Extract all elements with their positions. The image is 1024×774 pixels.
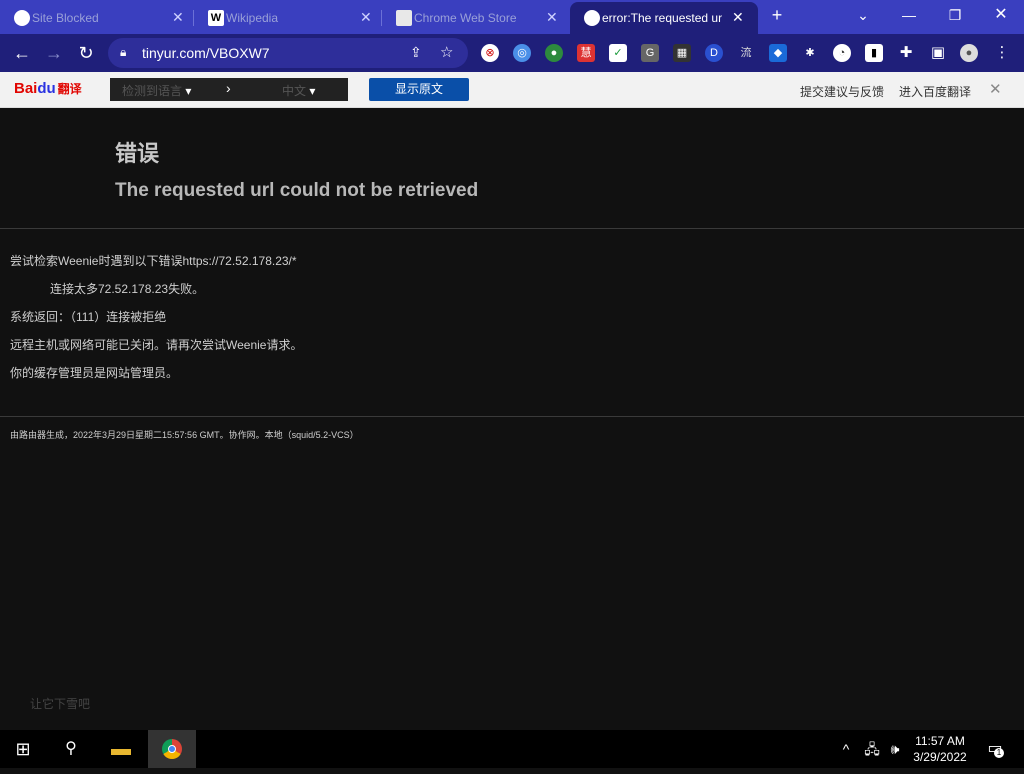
close-bar-icon[interactable]: ✕ (989, 80, 1002, 98)
close-tab-icon[interactable]: ✕ (172, 9, 184, 26)
tab-error-active[interactable]: error:The requested url ✕ (570, 2, 758, 34)
feedback-link[interactable]: 提交建议与反馈 (800, 83, 884, 100)
wikipedia-icon: W (208, 10, 224, 26)
extensions-puzzle-icon[interactable]: ✚ (897, 44, 915, 62)
source-language-label: 检测到语言 (122, 84, 183, 98)
volume-icon[interactable]: 🕪 (884, 730, 906, 768)
forward-button[interactable]: → (42, 41, 66, 65)
page-content: 错误 The requested url could not be retrie… (0, 108, 1024, 730)
windows-taskbar: ⊞ ⚲ ▬ ^ 🖧 🕪 11:57 AM 3/29/2022 ▭1 (0, 730, 1024, 768)
minimize-button[interactable]: — (894, 4, 924, 26)
side-panel-icon[interactable]: ▣ (929, 44, 947, 62)
extension-icon-6[interactable]: ▦ (673, 44, 691, 62)
tab-title: error:The requested url (602, 11, 722, 25)
url-text: tinyur.com/VBOXW7 (142, 45, 270, 61)
error-line-2: 连接太多72.52.178.23失败。 (50, 282, 205, 296)
bookmark-star-icon[interactable]: ☆ (440, 43, 453, 61)
web-store-icon (396, 10, 412, 26)
extension-g-icon[interactable]: G (641, 44, 659, 62)
tab-strip: Site Blocked ✕ W Wikipedia ✕ Chrome Web … (0, 0, 1024, 34)
chrome-taskbar-button[interactable] (148, 730, 196, 768)
close-tab-icon[interactable]: ✕ (546, 9, 558, 26)
extension-icon-1[interactable]: ⊗ (481, 44, 499, 62)
page-subtitle: The requested url could not be retrieved (115, 180, 479, 201)
back-button[interactable]: ← (10, 41, 34, 65)
extension-d-icon[interactable]: D (705, 44, 723, 62)
logo-fanyi: 翻译 (57, 82, 82, 96)
arrow-right-icon: › (226, 80, 231, 96)
chrome-icon (162, 739, 182, 759)
start-windows-icon[interactable]: ⊞ (0, 730, 46, 768)
extension-liu-icon[interactable]: 流 (737, 44, 755, 62)
notification-count-badge: 1 (994, 748, 1004, 758)
tab-wikipedia[interactable]: W Wikipedia ✕ (194, 2, 382, 34)
error-line-3: 系统返回：（111）连接被拒绝 (10, 310, 167, 324)
restore-button[interactable]: ❐ (940, 4, 970, 26)
target-language-label: 中文 (282, 84, 307, 98)
tab-title: Wikipedia (226, 11, 279, 25)
extension-check-icon[interactable]: ✓ (609, 44, 627, 62)
clock-time: 11:57 AM (915, 734, 965, 748)
target-language-dropdown[interactable]: 中文 ▾ (282, 82, 315, 99)
system-clock[interactable]: 11:57 AM 3/29/2022 (910, 733, 970, 765)
globe-icon (14, 10, 30, 26)
close-window-button[interactable]: ✕ (986, 4, 1016, 26)
language-selector: 检测到语言 ▾ › 中文 ▾ (110, 78, 348, 101)
search-icon[interactable]: ⚲ (48, 730, 94, 768)
menu-kebab-icon[interactable]: ⋮ (993, 44, 1011, 62)
tray-chevron-up-icon[interactable]: ^ (836, 730, 856, 768)
profile-avatar[interactable]: ● (960, 44, 978, 62)
extension-icon-9[interactable]: ◆ (769, 44, 787, 62)
clock-date: 3/29/2022 (913, 750, 967, 764)
extension-icon-3[interactable]: ● (545, 44, 563, 62)
globe-icon (584, 10, 600, 26)
error-line-5: 你的缓存管理员是网站管理员。 (10, 366, 179, 380)
new-tab-button[interactable]: + (762, 4, 792, 26)
close-tab-icon[interactable]: ✕ (732, 9, 744, 26)
tab-chrome-web-store[interactable]: Chrome Web Store ✕ (382, 2, 568, 34)
tab-site-blocked[interactable]: Site Blocked ✕ (0, 2, 194, 34)
network-icon[interactable]: 🖧 (860, 730, 884, 768)
caret-down-icon: ▾ (309, 84, 316, 98)
corner-text: 让它下雪吧 (30, 697, 91, 711)
extension-bookmark-icon[interactable]: ▮ (865, 44, 883, 62)
extension-icon-2[interactable]: ◎ (513, 44, 531, 62)
error-line-1: 尝试检索Weenie时遇到以下错误https://72.52.178.23/* (10, 254, 297, 268)
extension-icon-4[interactable]: 慧 (577, 44, 595, 62)
notification-center-icon[interactable]: ▭1 (980, 730, 1010, 768)
page-title: 错误 (115, 141, 160, 166)
error-line-4: 远程主机或网络可能已关闭。请再次尝试Weenie请求。 (10, 338, 303, 352)
close-tab-icon[interactable]: ✕ (360, 9, 372, 26)
address-bar[interactable]: 🔒︎ tinyur.com/VBOXW7 ⇪ ☆ (108, 38, 468, 68)
source-language-dropdown[interactable]: 检测到语言 ▾ (122, 82, 191, 99)
bug-icon[interactable]: ✱ (801, 44, 819, 62)
browser-toolbar: ← → ↻ 🔒︎ tinyur.com/VBOXW7 ⇪ ☆ ⊗ ◎ ● 慧 ✓… (0, 34, 1024, 72)
baidu-translate-bar: Baidu 翻译 检测到语言 ▾ › 中文 ▾ 显示原文 提交建议与反馈 进入百度… (0, 72, 1024, 108)
tab-title: Chrome Web Store (414, 11, 517, 25)
divider (0, 228, 1024, 229)
logo-du: du (37, 80, 56, 97)
baidu-logo: Baidu 翻译 (14, 80, 82, 97)
file-explorer-icon[interactable]: ▬ (98, 730, 144, 768)
extension-clock-icon[interactable]: ◔ (833, 44, 851, 62)
divider (0, 416, 1024, 417)
enter-baidu-translate-link[interactable]: 进入百度翻译 (899, 83, 971, 100)
tab-title: Site Blocked (32, 11, 99, 25)
share-icon[interactable]: ⇪ (410, 44, 422, 61)
lock-icon[interactable]: 🔒︎ (120, 45, 126, 60)
caret-down-icon: ▾ (185, 84, 192, 98)
show-original-button[interactable]: 显示原文 (369, 78, 469, 101)
tab-search-chevron-icon[interactable]: ⌄ (848, 4, 878, 26)
logo-bai: Bai (14, 80, 38, 97)
reload-button[interactable]: ↻ (74, 41, 98, 65)
page-footer: 由路由器生成，2022年3月29日星期二15:57:56 GMT。协作网。本地（… (10, 430, 359, 440)
